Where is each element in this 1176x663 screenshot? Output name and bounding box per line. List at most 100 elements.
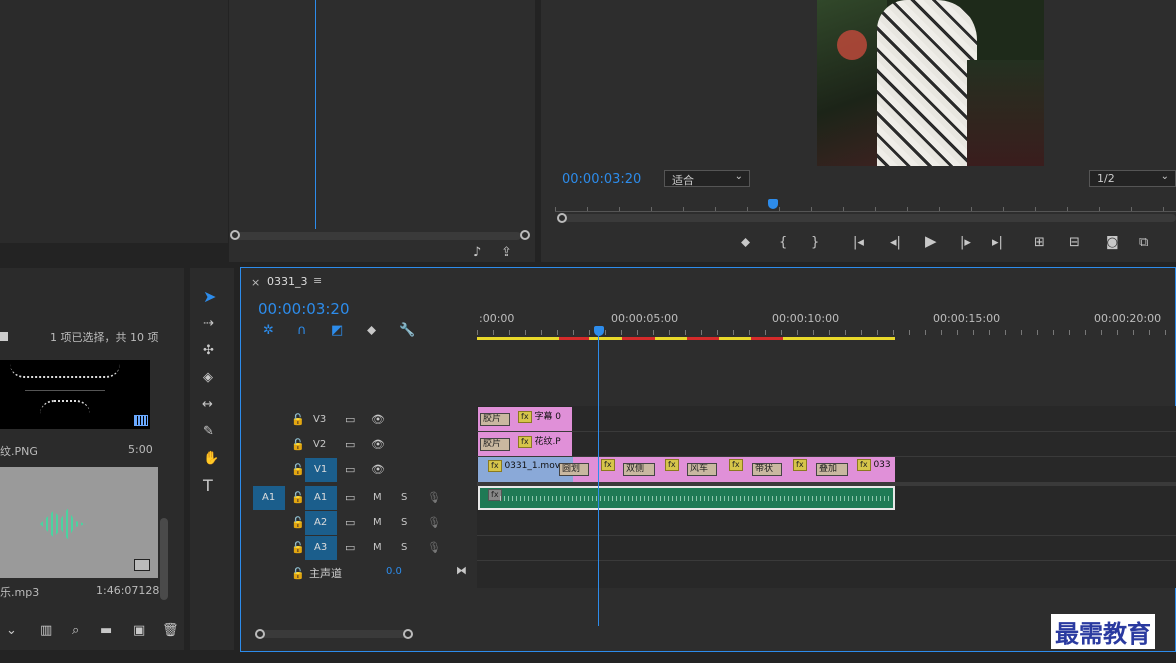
export-frame-icon[interactable]: ⇪ <box>501 246 512 259</box>
program-playhead[interactable] <box>768 199 778 209</box>
list-view-icon[interactable] <box>0 332 8 341</box>
work-area-bar[interactable] <box>477 337 895 340</box>
button-editor-icon[interactable]: ⧉ <box>1139 236 1148 249</box>
time-ruler[interactable]: :00:00 00:00:05:00 00:00:10:00 00:00:15:… <box>477 308 1176 340</box>
solo-button[interactable]: S <box>401 517 407 528</box>
program-zoom-handle[interactable] <box>557 213 567 223</box>
go-to-out-icon[interactable]: ▸| <box>992 236 1003 249</box>
step-back-icon[interactable]: ◂| <box>890 236 901 249</box>
hand-tool-icon[interactable]: ✋ <box>203 452 219 465</box>
eye-icon[interactable]: 👁 <box>371 438 385 451</box>
freeform-view-icon[interactable]: ▥ <box>40 624 52 637</box>
timeline-timecode[interactable]: 00:00:03:20 <box>258 300 350 318</box>
solo-button[interactable]: S <box>401 492 407 503</box>
clip[interactable]: 胶片 fx 字幕 0 <box>478 407 572 431</box>
ripple-edit-icon[interactable]: ✣ <box>203 344 214 357</box>
search-icon[interactable]: ⌕ <box>72 624 79 637</box>
extract-icon[interactable]: ⊟ <box>1069 236 1080 249</box>
linked-selection-icon[interactable]: ◩ <box>331 324 343 337</box>
program-timecode[interactable]: 00:00:03:20 <box>562 172 641 187</box>
timeline-zoom-bar[interactable] <box>259 630 409 638</box>
camera-icon[interactable]: ◙ <box>1106 236 1119 249</box>
transition[interactable]: 圆划 <box>559 463 589 476</box>
sync-lock-icon[interactable]: ▭ <box>345 438 355 451</box>
clip[interactable]: 胶片 fx 花纹.P <box>478 432 572 456</box>
transition[interactable]: 胶片 <box>480 438 510 451</box>
add-marker-icon[interactable]: ⬥ <box>741 236 750 249</box>
track-select-icon[interactable]: ⇢ <box>203 317 214 330</box>
play-icon[interactable]: ▶ <box>925 234 937 249</box>
fit-select[interactable]: 适合 ⌄ <box>664 170 750 187</box>
timeline-zoom-handle-right[interactable] <box>403 629 413 639</box>
lock-icon[interactable]: 🔓 <box>291 541 305 554</box>
track-name[interactable]: V3 <box>313 414 326 425</box>
track-name[interactable]: A2 <box>314 517 327 528</box>
trash-icon[interactable]: 🗑 <box>162 624 179 637</box>
program-zoom-bar[interactable] <box>559 214 1176 222</box>
project-item-thumbnail[interactable] <box>0 467 158 578</box>
sync-lock-icon[interactable]: ▭ <box>345 413 355 426</box>
lock-icon[interactable]: 🔓 <box>291 413 305 426</box>
go-to-end-icon[interactable]: ⧓ <box>456 564 467 577</box>
mark-in-icon[interactable]: { <box>779 236 787 249</box>
track-name[interactable]: A3 <box>314 542 327 553</box>
mute-button[interactable]: M <box>373 542 382 553</box>
zoom-handle-left[interactable] <box>230 230 240 240</box>
transition[interactable]: 双侧 <box>623 463 655 476</box>
eye-icon[interactable]: 👁 <box>371 413 385 426</box>
project-scrollbar[interactable] <box>160 518 168 600</box>
sync-lock-icon[interactable]: ▭ <box>345 491 355 504</box>
type-tool-icon[interactable]: T <box>203 478 213 494</box>
transition[interactable]: 叠加 <box>816 463 848 476</box>
sync-lock-icon[interactable]: ▭ <box>345 463 355 476</box>
mute-button[interactable]: M <box>373 517 382 528</box>
audio-export-icon[interactable]: ♪ <box>473 246 481 259</box>
eye-icon[interactable]: 👁 <box>371 463 385 476</box>
track-name[interactable]: A1 <box>314 492 327 503</box>
track-name[interactable]: V1 <box>314 464 327 475</box>
zoom-handle-right[interactable] <box>520 230 530 240</box>
step-forward-icon[interactable]: |▸ <box>960 236 971 249</box>
timeline-zoom-handle-left[interactable] <box>255 629 265 639</box>
selection-tool-icon[interactable]: ➤ <box>203 289 216 305</box>
solo-button[interactable]: S <box>401 542 407 553</box>
project-item-thumbnail[interactable] <box>0 360 150 429</box>
go-to-in-icon[interactable]: |◂ <box>853 236 864 249</box>
master-volume[interactable]: 0.0 <box>386 566 402 577</box>
timeline-playhead[interactable] <box>594 326 604 336</box>
snap-icon[interactable]: ∩ <box>297 324 307 337</box>
mute-button[interactable]: M <box>373 492 382 503</box>
transition[interactable]: 胶片 <box>480 413 510 426</box>
chevron-down-icon[interactable]: ⌄ <box>6 624 17 637</box>
add-marker-icon[interactable]: ⬥ <box>367 324 376 337</box>
lock-icon[interactable]: 🔓 <box>291 438 305 451</box>
lock-icon[interactable]: 🔓 <box>291 516 305 529</box>
sequence-tab[interactable]: 0331_3 <box>267 275 308 288</box>
lock-icon[interactable]: 🔓 <box>291 567 305 580</box>
track-name[interactable]: V2 <box>313 439 326 450</box>
microphone-icon[interactable]: 🎙 <box>427 491 441 504</box>
program-ruler[interactable] <box>555 200 1176 212</box>
audio-clip[interactable]: fx <box>478 486 895 510</box>
close-icon[interactable]: × <box>251 276 260 289</box>
microphone-icon[interactable]: 🎙 <box>427 541 441 554</box>
sync-lock-icon[interactable]: ▭ <box>345 516 355 529</box>
lift-icon[interactable]: ⊞ <box>1034 236 1045 249</box>
pen-tool-icon[interactable]: ✎ <box>203 425 214 438</box>
transition[interactable]: 带状 <box>752 463 782 476</box>
nest-icon[interactable]: ✲ <box>263 324 274 337</box>
lock-icon[interactable]: 🔓 <box>291 463 305 476</box>
microphone-icon[interactable]: 🎙 <box>427 516 441 529</box>
resolution-select[interactable]: 1/2 ⌄ <box>1089 170 1176 187</box>
new-bin-icon[interactable]: ▬ <box>100 624 112 637</box>
wrench-icon[interactable]: 🔧 <box>399 324 415 337</box>
razor-tool-icon[interactable]: ◈ <box>203 371 213 384</box>
new-item-icon[interactable]: ▣ <box>133 624 145 637</box>
source-zoom-bar[interactable] <box>233 232 521 240</box>
panel-menu-icon[interactable]: ≡ <box>313 274 322 287</box>
sync-lock-icon[interactable]: ▭ <box>345 541 355 554</box>
slip-tool-icon[interactable]: ↔ <box>202 398 213 411</box>
lock-icon[interactable]: 🔓 <box>291 491 305 504</box>
transition[interactable]: 风车 <box>687 463 717 476</box>
mark-out-icon[interactable]: } <box>811 236 819 249</box>
